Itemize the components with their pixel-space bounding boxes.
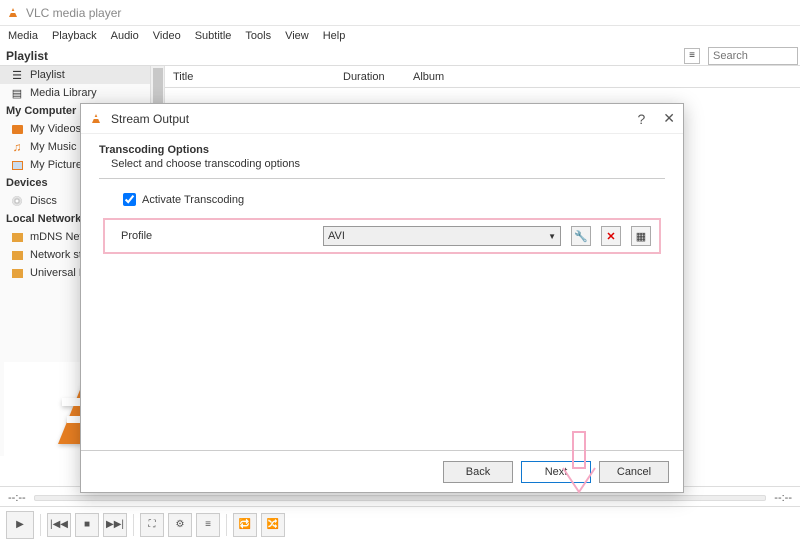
activate-transcoding-checkbox[interactable] [123,193,136,206]
library-icon: ▤ [10,86,24,100]
help-icon[interactable]: ? [637,111,645,127]
sidebar-item-label: Playlist [30,69,65,81]
time-elapsed: --:-- [8,492,26,504]
time-total: --:-- [774,492,792,504]
view-toggle-icon[interactable]: ≡ [684,48,700,64]
fullscreen-button[interactable]: ⛶ [140,513,164,537]
playlist-heading: Playlist [0,49,165,63]
new-profile-button[interactable]: ▦ [631,226,651,246]
close-icon[interactable]: ✕ [663,110,675,127]
stream-output-dialog: Stream Output ? ✕ Transcoding Options Se… [80,103,684,493]
profile-label: Profile [113,230,313,242]
menu-audio[interactable]: Audio [111,30,139,42]
sidebar-item-label: Media Library [30,87,97,99]
activate-transcoding-label: Activate Transcoding [142,194,244,206]
stop-button[interactable]: ■ [75,513,99,537]
playback-controls: ▶ |◀◀ ■ ▶▶| ⛶ ⚙ ≡ 🔁 🔀 [0,506,800,542]
col-album[interactable]: Album [405,71,452,83]
profile-combobox[interactable]: AVI ▼ [323,226,561,246]
delete-profile-button[interactable]: ✕ [601,226,621,246]
dialog-titlebar: Stream Output ? ✕ [81,104,683,134]
menu-media[interactable]: Media [8,30,38,42]
sidebar-item-playlist[interactable]: ☰ Playlist [0,66,164,84]
loop-button[interactable]: 🔁 [233,513,257,537]
window-title: VLC media player [26,6,121,20]
separator [40,514,41,536]
section-title: Transcoding Options [99,144,665,156]
col-title[interactable]: Title [165,71,335,83]
divider [99,178,665,179]
chevron-down-icon: ▼ [548,232,556,241]
col-duration[interactable]: Duration [335,71,405,83]
network-icon [10,230,24,244]
music-icon: ♫ [10,140,24,154]
seek-bar[interactable] [34,495,767,501]
picture-icon [10,158,24,172]
vlc-cone-icon [6,6,20,20]
extended-settings-button[interactable]: ⚙ [168,513,192,537]
menu-help[interactable]: Help [323,30,346,42]
window-titlebar: VLC media player [0,0,800,26]
video-icon [10,122,24,136]
separator [226,514,227,536]
sidebar-item-label: My Music [30,141,76,153]
edit-profile-button[interactable]: 🔧 [571,226,591,246]
menu-video[interactable]: Video [153,30,181,42]
search-input[interactable] [708,47,798,65]
next-button[interactable]: ▶▶| [103,513,127,537]
section-subtitle: Select and choose transcoding options [111,158,665,170]
menu-playback[interactable]: Playback [52,30,97,42]
vlc-cone-icon [89,112,103,126]
playlist-icon: ☰ [10,68,24,82]
dialog-title: Stream Output [111,112,189,126]
play-button[interactable]: ▶ [6,511,34,539]
network-icon [10,248,24,262]
prev-button[interactable]: |◀◀ [47,513,71,537]
annotation-arrow-icon [559,430,599,500]
menubar: Media Playback Audio Video Subtitle Tool… [0,26,800,46]
menu-subtitle[interactable]: Subtitle [195,30,232,42]
playlist-header-row: Playlist ≡ [0,46,800,66]
sidebar-item-label: My Pictures [30,159,87,171]
menu-view[interactable]: View [285,30,309,42]
separator [133,514,134,536]
sidebar-item-label: My Videos [30,123,81,135]
dialog-body: Transcoding Options Select and choose tr… [81,134,683,450]
profile-row-highlight: Profile AVI ▼ 🔧 ✕ ▦ [103,218,661,254]
playlist-toggle-button[interactable]: ≡ [196,513,220,537]
sidebar-item-label: Discs [30,195,57,207]
disc-icon [10,194,24,208]
menu-tools[interactable]: Tools [245,30,271,42]
network-icon [10,266,24,280]
cancel-button[interactable]: Cancel [599,461,669,483]
activate-transcoding-row: Activate Transcoding [123,193,665,206]
back-button[interactable]: Back [443,461,513,483]
playlist-columns: Title Duration Album [165,66,800,88]
shuffle-button[interactable]: 🔀 [261,513,285,537]
profile-value: AVI [328,230,345,242]
sidebar-item-media-library[interactable]: ▤ Media Library [0,84,164,102]
